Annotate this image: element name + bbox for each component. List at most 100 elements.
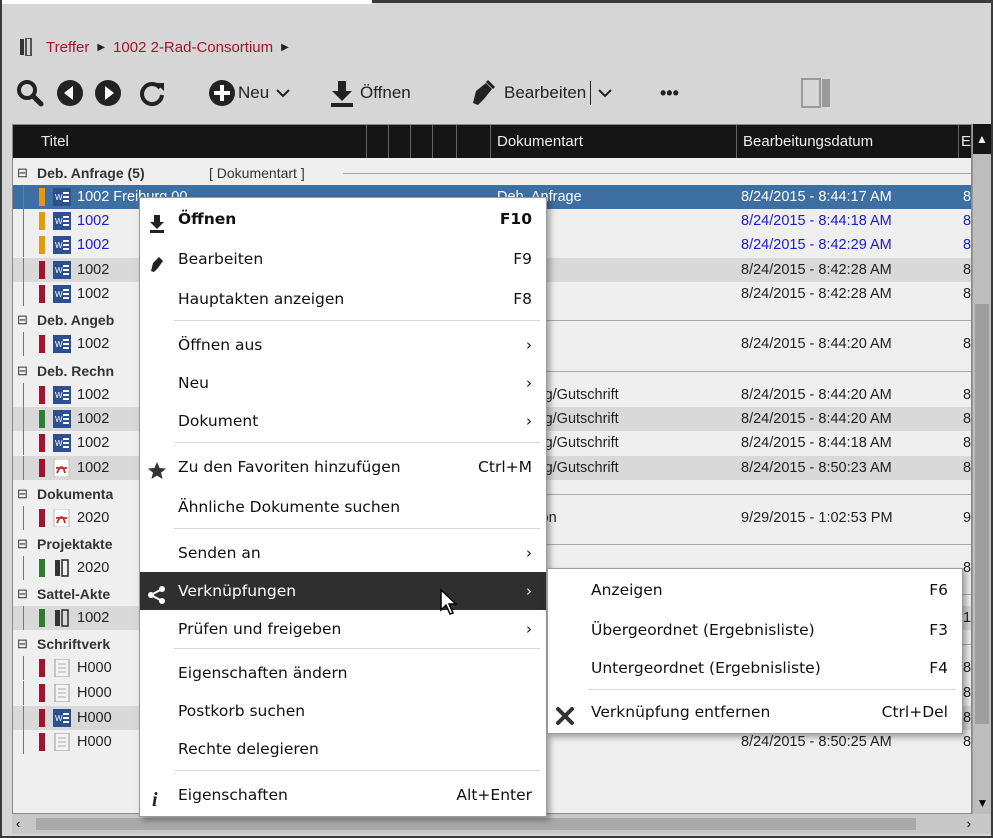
menu-item-label: Rechte delegieren xyxy=(178,740,319,758)
menu-item-zu-den-favoriten-hinzufügen[interactable]: Zu den Favoriten hinzufügen Ctrl+M xyxy=(140,448,546,486)
status-bar xyxy=(39,386,45,404)
refresh-button[interactable] xyxy=(138,73,208,113)
menu-item-shortcut: F4 xyxy=(929,659,948,677)
scroll-down-icon[interactable]: ▼ xyxy=(973,796,992,814)
submenu-item-1[interactable]: Anzeigen F6 xyxy=(548,571,962,609)
menu-item-verknüpfungen[interactable]: Verknüpfungen › xyxy=(140,572,546,610)
scroll-up-icon[interactable]: ▲ xyxy=(973,124,991,154)
next-button[interactable] xyxy=(94,73,138,113)
collapse-icon[interactable]: ⊟ xyxy=(17,532,28,556)
scroll-right-icon[interactable]: › xyxy=(967,816,971,831)
menu-item-label: Dokument xyxy=(178,412,259,430)
new-button[interactable]: Neu xyxy=(208,73,330,113)
collapse-icon[interactable]: ⊟ xyxy=(17,161,28,185)
group-label: Deb. Angeb xyxy=(37,312,115,328)
menu-item-shortcut: Alt+Enter xyxy=(456,786,532,804)
menu-item-senden-an[interactable]: Senden an › xyxy=(140,534,546,572)
column-header-blank[interactable] xyxy=(433,125,457,158)
info-icon: i xyxy=(146,785,168,811)
group-header[interactable]: ⊟ Deb. Anfrage (5) [ Dokumentart ] xyxy=(13,161,971,185)
menu-item-dokument[interactable]: Dokument › xyxy=(140,402,546,440)
collapse-icon[interactable]: ⊟ xyxy=(17,632,28,656)
column-header-blank[interactable] xyxy=(457,125,491,158)
menu-item-postkorb-suchen[interactable]: Postkorb suchen xyxy=(140,692,546,730)
menu-item-eigenschaften[interactable]: i Eigenschaften Alt+Enter xyxy=(140,776,546,814)
column-header-blank[interactable] xyxy=(367,125,389,158)
submenu-arrow-icon: › xyxy=(526,620,532,638)
scroll-thumb[interactable] xyxy=(975,304,989,724)
tree-line xyxy=(23,556,24,580)
menu-item-neu[interactable]: Neu › xyxy=(140,364,546,402)
tree-line xyxy=(23,431,24,455)
chevron-down-icon[interactable] xyxy=(597,87,613,99)
collapse-icon[interactable]: ⊟ xyxy=(17,308,28,332)
cell-extra: 8 xyxy=(963,734,972,750)
menu-item-label: Ähnliche Dokumente suchen xyxy=(178,498,401,516)
menu-item-label: Postkorb suchen xyxy=(178,702,306,720)
collapse-icon[interactable]: ⊟ xyxy=(17,582,28,606)
open-button[interactable]: Öffnen xyxy=(330,73,470,113)
cell-extra: 8 xyxy=(963,387,972,403)
status-bar xyxy=(39,335,45,353)
cell-extra: 8 xyxy=(963,660,972,676)
menu-item-hauptakten-anzeigen[interactable]: Hauptakten anzeigen F8 xyxy=(140,280,546,318)
context-menu: Öffnen F10 Bearbeiten F9 Hauptakten anzeigen… xyxy=(139,197,547,817)
collapse-icon[interactable]: ⊟ xyxy=(17,359,28,383)
pdf-document-icon xyxy=(53,458,71,478)
scroll-left-icon[interactable]: ‹ xyxy=(16,816,20,831)
menu-item-eigenschaften-ändern[interactable]: Eigenschaften ändern xyxy=(140,654,546,692)
scroll-thumb-horizontal[interactable] xyxy=(36,818,916,830)
svg-text:W: W xyxy=(55,241,63,250)
submenu-arrow-icon: › xyxy=(526,544,532,562)
collapse-icon[interactable]: ⊟ xyxy=(17,482,28,506)
menu-item-bearbeiten[interactable]: Bearbeiten F9 xyxy=(140,240,546,278)
horizontal-scrollbar[interactable]: ‹ › xyxy=(12,814,991,834)
menu-item-ähnliche-dokumente-suchen[interactable]: Ähnliche Dokumente suchen xyxy=(140,488,546,526)
group-label: Deb. Anfrage (5) xyxy=(37,165,145,181)
menu-item-prüfen-und-freigeben[interactable]: Prüfen und freigeben › xyxy=(140,610,546,648)
status-bar xyxy=(39,188,45,206)
status-bar xyxy=(39,212,45,230)
menu-item-öffnen-aus[interactable]: Öffnen aus › xyxy=(140,326,546,364)
x-icon xyxy=(554,702,576,725)
tree-line xyxy=(23,456,24,480)
column-header-extra[interactable]: E xyxy=(959,125,971,158)
share-icon xyxy=(146,581,168,604)
panel-toggle-button[interactable] xyxy=(800,73,850,113)
search-button[interactable] xyxy=(16,73,56,113)
column-header-blank[interactable] xyxy=(411,125,433,158)
submenu-item-4[interactable]: Verknüpfung entfernen Ctrl+Del xyxy=(548,693,962,731)
breadcrumb-root[interactable]: Treffer xyxy=(46,39,89,56)
word-document-icon: W xyxy=(53,335,71,353)
submenu-item-2[interactable]: Übergeordnet (Ergebnisliste) F3 xyxy=(548,611,962,649)
pen-icon xyxy=(146,249,168,272)
menu-item-rechte-delegieren[interactable]: Rechte delegieren xyxy=(140,730,546,768)
status-bar xyxy=(39,559,45,577)
edit-button[interactable]: Bearbeiten xyxy=(470,73,660,113)
column-header-title[interactable]: Titel xyxy=(35,125,367,158)
cell-extra: 8 xyxy=(963,710,972,726)
status-bar xyxy=(39,609,45,627)
word-document-icon: W xyxy=(53,261,71,279)
status-bar xyxy=(39,236,45,254)
menu-item-öffnen[interactable]: Öffnen F10 xyxy=(140,200,546,238)
previous-button[interactable] xyxy=(56,73,94,113)
column-header-blank[interactable] xyxy=(389,125,411,158)
breadcrumb: Treffer ▶ 1002 2-Rad-Consortium ▶ xyxy=(20,36,297,58)
binder-icon xyxy=(53,609,71,627)
vertical-scrollbar[interactable]: ▲ ▼ xyxy=(972,124,991,814)
menu-item-shortcut: F3 xyxy=(929,621,948,639)
cell-extra: 8 xyxy=(963,286,972,302)
column-header-date[interactable]: Bearbeitungsdatum xyxy=(737,125,959,158)
binder-icon xyxy=(53,559,71,577)
toolbar: Neu Öffnen Bearbeiten ••• xyxy=(16,73,991,113)
submenu-item-3[interactable]: Untergeordnet (Ergebnisliste) F4 xyxy=(548,649,962,687)
more-button[interactable]: ••• xyxy=(660,73,800,113)
word-document-icon: W xyxy=(53,709,71,727)
tree-line xyxy=(23,332,24,356)
word-document-icon: W xyxy=(53,212,71,230)
breadcrumb-separator-icon: ▶ xyxy=(281,41,289,53)
column-header-doctype[interactable]: Dokumentart xyxy=(491,125,737,158)
breadcrumb-item[interactable]: 1002 2-Rad-Consortium xyxy=(113,39,273,56)
svg-text:W: W xyxy=(55,439,63,448)
